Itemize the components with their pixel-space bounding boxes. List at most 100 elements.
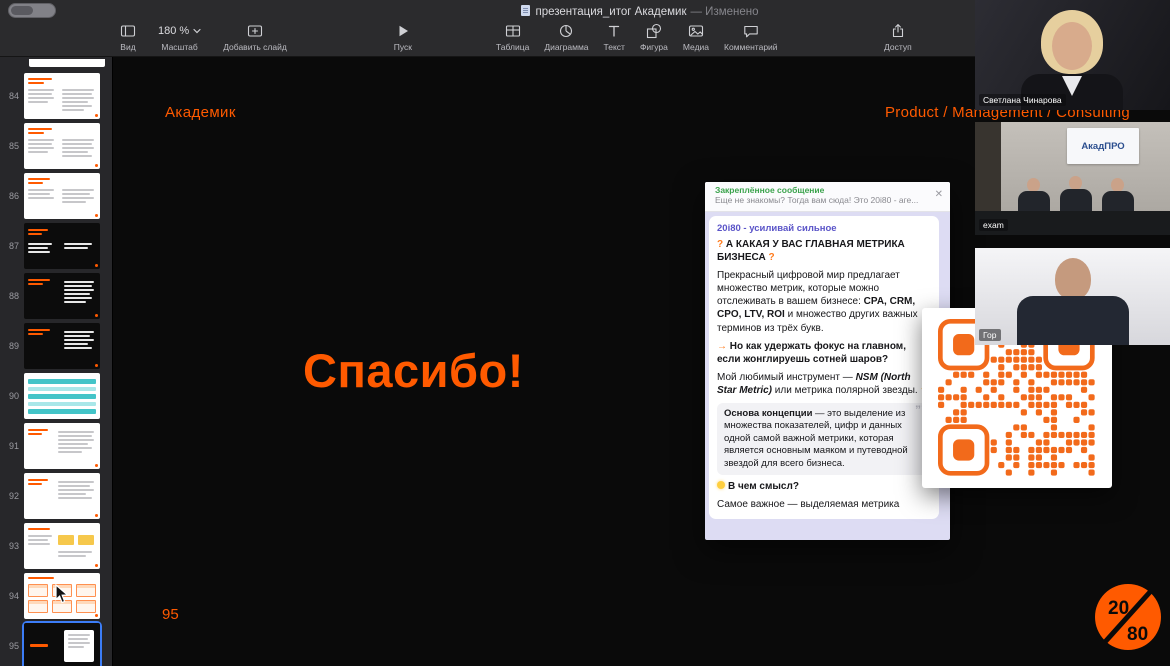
arrow-icon: → bbox=[717, 340, 727, 352]
slide-number: 92 bbox=[8, 491, 19, 501]
view-button[interactable]: Вид bbox=[120, 23, 136, 52]
participant-video-gor[interactable]: Гор bbox=[975, 248, 1170, 345]
table-icon bbox=[505, 23, 521, 39]
svg-text:80: 80 bbox=[1127, 624, 1148, 645]
slide-thumbnail-95[interactable] bbox=[24, 623, 100, 666]
slide-number: 91 bbox=[8, 441, 19, 451]
slide-thumbnail-92[interactable] bbox=[24, 473, 100, 519]
zoom-control[interactable]: 180 % Масштаб bbox=[158, 23, 201, 52]
comment-icon bbox=[743, 23, 759, 39]
slide-dot bbox=[95, 264, 98, 267]
menubar-pill[interactable] bbox=[8, 3, 56, 18]
slide-thumbnail-partial[interactable] bbox=[29, 59, 105, 67]
slide-thumbnail-89[interactable] bbox=[24, 323, 100, 369]
slide-dot bbox=[95, 514, 98, 517]
thumbnail-preview bbox=[24, 473, 100, 519]
logo-2080: 20 80 bbox=[1095, 584, 1161, 650]
avatar-body bbox=[1017, 296, 1129, 345]
post-quote-block: Основа концепции — это выделение из множ… bbox=[717, 402, 931, 476]
selected-slide-indicator bbox=[24, 623, 100, 666]
slide-number: 86 bbox=[8, 191, 19, 201]
close-icon: ✕ bbox=[934, 189, 943, 200]
post-message-bubble: 20i80 - усиливай сильное ? А КАКАЯ У ВАС… bbox=[709, 216, 939, 519]
thumbnail-preview bbox=[24, 123, 100, 169]
text-icon bbox=[606, 23, 622, 39]
thumbnail-preview bbox=[24, 423, 100, 469]
shape-button[interactable]: Фигура bbox=[640, 23, 668, 52]
slide-number: 87 bbox=[8, 241, 19, 251]
thumbnail-preview bbox=[24, 623, 100, 666]
slide-row-92: 92 bbox=[0, 473, 112, 519]
slide-dot bbox=[95, 314, 98, 317]
slide-dot bbox=[95, 164, 98, 167]
pinned-message-preview: Еще не знакомы? Тогда вам сюда! Это 20i8… bbox=[715, 195, 919, 205]
slide-page-number: 95 bbox=[162, 606, 179, 623]
person-torso bbox=[1102, 191, 1134, 213]
share-icon bbox=[890, 23, 906, 39]
media-button[interactable]: Медиа bbox=[683, 23, 709, 52]
chart-icon bbox=[558, 23, 574, 39]
participant-name: Светлана Чинарова bbox=[979, 94, 1066, 106]
participant-video-exam[interactable]: АкадПРО exam bbox=[975, 122, 1170, 235]
question-icon: ? bbox=[768, 251, 775, 263]
text-button[interactable]: Текст bbox=[604, 23, 625, 52]
slide-dot bbox=[95, 214, 98, 217]
slide-row-85: 85 bbox=[0, 123, 112, 169]
thumbnail-preview bbox=[24, 373, 100, 419]
pill-segment bbox=[11, 6, 33, 15]
play-button[interactable]: Пуск bbox=[394, 23, 412, 52]
slide-number: 95 bbox=[8, 641, 19, 651]
pinned-message-title: Закреплённое сообщение bbox=[715, 185, 825, 195]
post-paragraph-3: Мой любимый инструмент — NSM (North Star… bbox=[717, 371, 931, 397]
slide-navigator: 84 85 86 87 88 89 90 91 92 93 94 95 bbox=[0, 57, 113, 666]
slide-number: 88 bbox=[8, 291, 19, 301]
comment-button[interactable]: Комментарий bbox=[724, 23, 778, 52]
media-icon bbox=[688, 23, 704, 39]
slide-thumbnail-91[interactable] bbox=[24, 423, 100, 469]
mouse-cursor bbox=[55, 583, 70, 609]
telegram-post-image: Закреплённое сообщение Еще не знакомы? Т… bbox=[705, 182, 950, 540]
slide-thumbnail-87[interactable] bbox=[24, 223, 100, 269]
chart-button[interactable]: Диаграмма bbox=[544, 23, 589, 52]
participant-video-svetlana[interactable]: Светлана Чинарова bbox=[975, 0, 1170, 110]
slide-number: 93 bbox=[8, 541, 19, 551]
slide-number: 85 bbox=[8, 141, 19, 151]
slide-brand-text: Академик bbox=[165, 104, 236, 121]
slide-row-84: 84 bbox=[0, 73, 112, 119]
view-icon bbox=[120, 23, 136, 39]
slide-number: 94 bbox=[8, 591, 19, 601]
shape-icon bbox=[646, 23, 662, 39]
slide-row-88: 88 bbox=[0, 273, 112, 319]
pinned-message-bar: Закреплённое сообщение Еще не знакомы? Т… bbox=[705, 182, 950, 212]
thumbnail-preview bbox=[24, 523, 100, 569]
zoom-value: 180 % bbox=[158, 25, 190, 37]
slide-row-95: 95 bbox=[0, 623, 112, 666]
share-button[interactable]: Доступ bbox=[884, 23, 912, 52]
screen: презентация_итог Академик — Изменено Вид … bbox=[0, 0, 1170, 666]
slide-thumbnail-90[interactable] bbox=[24, 373, 100, 419]
slide-row-87: 87 bbox=[0, 223, 112, 269]
slide-thumbnail-88[interactable] bbox=[24, 273, 100, 319]
person-head bbox=[1111, 178, 1124, 192]
add-slide-button[interactable]: Добавить слайд bbox=[223, 23, 287, 52]
person-torso bbox=[1060, 189, 1092, 211]
document-modified-badge: — Изменено bbox=[690, 6, 759, 18]
slide-thumbnail-85[interactable] bbox=[24, 123, 100, 169]
question-icon: ? bbox=[717, 238, 724, 250]
play-icon bbox=[395, 23, 411, 39]
participant-name: Гор bbox=[979, 329, 1001, 341]
slide-row-91: 91 bbox=[0, 423, 112, 469]
slide-thumbnail-84[interactable] bbox=[24, 73, 100, 119]
slide-thumbnail-93[interactable] bbox=[24, 523, 100, 569]
participant-name: exam bbox=[979, 219, 1008, 231]
post-heading: ? А КАКАЯ У ВАС ГЛАВНАЯ МЕТРИКА БИЗНЕСА … bbox=[717, 238, 905, 263]
slide-number: 90 bbox=[8, 391, 19, 401]
person-torso bbox=[1018, 191, 1050, 213]
post-paragraph-4: Самое важное — выделяемая метрика bbox=[717, 499, 900, 511]
bulb-icon bbox=[717, 481, 725, 490]
post-paragraph-1: Прекрасный цифровой мир предлагает множе… bbox=[717, 269, 918, 334]
slide-thumbnail-86[interactable] bbox=[24, 173, 100, 219]
avatar-face bbox=[1052, 22, 1092, 70]
slide-number: 84 bbox=[8, 91, 19, 101]
table-button[interactable]: Таблица bbox=[496, 23, 529, 52]
